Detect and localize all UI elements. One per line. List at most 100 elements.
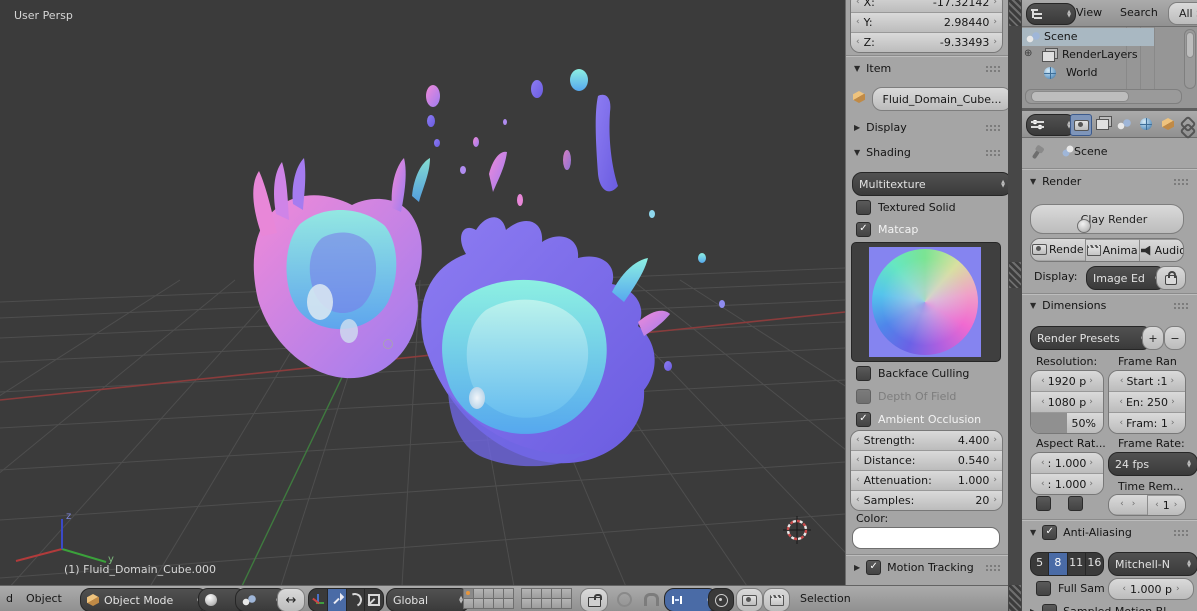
outliner-item-scene[interactable]: Scene (1022, 28, 1154, 46)
aspect-x-field[interactable]: ‹: 1.000 › (1031, 453, 1103, 473)
opengl-render-anim-button[interactable] (763, 588, 790, 611)
selection-label[interactable]: Selection (800, 592, 851, 605)
orientation-dropdown[interactable]: Global ▲ ▼ (386, 588, 470, 611)
step-right-icon[interactable]: › (992, 18, 998, 27)
area-corner-icon[interactable] (1009, 262, 1021, 288)
viewport-canvas[interactable] (0, 0, 845, 585)
aa-samples-5[interactable]: 5 (1031, 553, 1048, 575)
manipulator-scale-button[interactable] (364, 589, 383, 611)
background-color-swatch[interactable] (852, 527, 1000, 549)
tab-scene[interactable] (1114, 114, 1134, 134)
editor-type-dropdown[interactable]: ▲▼ (1026, 114, 1076, 136)
preset-remove-button[interactable]: − (1164, 326, 1186, 350)
object-name-field[interactable]: Fluid_Domain_Cube... (872, 87, 1009, 111)
render-presets-dropdown[interactable]: Render Presets ▲▼ (1030, 326, 1152, 350)
manipulator-toggle-button[interactable]: ↔ (277, 588, 305, 611)
outliner-item-renderlayers[interactable]: ⊕ RenderLayers (1022, 46, 1197, 64)
aa-filter-dropdown[interactable]: Mitchell-N ▲ ▼ (1108, 552, 1197, 576)
step-right-icon[interactable]: › (992, 0, 998, 7)
sampled-motion-blur-panel-header[interactable]: ▶ Sampled Motion Bl (1030, 604, 1190, 611)
outliner-item-world[interactable]: World (1022, 64, 1197, 82)
step-left-icon[interactable]: ‹ (855, 0, 861, 7)
step-left-icon[interactable]: ‹ (855, 18, 861, 27)
shading-mode-dropdown[interactable]: Multitexture ▲ ▼ (852, 172, 1009, 196)
resolution-scale-slider[interactable]: 50% (1031, 412, 1103, 433)
border-checkbox[interactable] (1036, 496, 1051, 511)
tab-render[interactable] (1070, 114, 1092, 136)
motion-tracking-checkbox[interactable]: ✓ (866, 560, 882, 575)
panel-grip-icon[interactable] (985, 148, 1000, 157)
outliner-menu-search[interactable]: Search (1120, 6, 1158, 19)
aa-samples-11[interactable]: 11 (1066, 553, 1085, 575)
resolution-y-field[interactable]: ‹ 1080 p › (1031, 391, 1103, 412)
panel-grip-icon[interactable] (1173, 528, 1188, 537)
lock-to-scene-button[interactable] (580, 588, 608, 611)
opengl-render-button[interactable] (736, 588, 763, 611)
shading-panel-header[interactable]: ▼ Shading (854, 146, 1002, 159)
frame-start-field[interactable]: ‹ Start :1 › (1109, 371, 1185, 391)
clay-render-button[interactable]: Clay Render (1030, 204, 1184, 234)
collapse-icon[interactable]: ▶ (854, 123, 860, 132)
matcap-checkbox[interactable]: ✓ Matcap (856, 222, 918, 237)
item-panel-header[interactable]: ▼ Item (854, 62, 1002, 75)
location-x-field[interactable]: ‹ X: -17.32142 › (851, 0, 1002, 12)
panel-grip-icon[interactable] (985, 123, 1000, 132)
matcap-preview[interactable] (851, 242, 1001, 362)
render-display-dropdown[interactable]: Image Ed ▲▼ (1086, 266, 1166, 290)
full-sample-checkbox[interactable]: Full Sam (1036, 581, 1105, 596)
collapse-icon[interactable]: ▼ (854, 64, 860, 73)
mode-dropdown[interactable]: Object Mode ▲▼ (80, 588, 208, 611)
render-still-button[interactable]: Rende (1031, 239, 1085, 260)
menu-object[interactable]: Object (26, 592, 62, 605)
area-corner-icon[interactable] (1009, 0, 1021, 26)
crop-checkbox[interactable] (1068, 496, 1083, 511)
filter-size-field[interactable]: ‹ 1.000 p › (1108, 578, 1194, 600)
frame-end-field[interactable]: ‹ En: 250 › (1109, 391, 1185, 412)
layers-grid-left[interactable] (463, 588, 514, 609)
pin-icon[interactable] (1031, 149, 1041, 160)
ambient-occlusion-checkbox[interactable]: ✓ Ambient Occlusion (856, 412, 981, 427)
outliner-vscrollbar[interactable] (1184, 29, 1196, 89)
backface-culling-checkbox[interactable]: Backface Culling (856, 366, 969, 381)
tab-constraints[interactable] (1179, 114, 1197, 134)
location-z-field[interactable]: ‹ Z: -9.33493 › (851, 32, 1002, 52)
ao-strength-field[interactable]: ‹ Strength: 4.400 › (851, 431, 1002, 450)
ao-distance-field[interactable]: ‹ Distance: 0.540 › (851, 450, 1002, 470)
aspect-y-field[interactable]: ‹: 1.000 › (1031, 473, 1103, 494)
menu-truncated[interactable]: d (6, 592, 13, 605)
remap-new-field[interactable]: ‹ 1 › (1146, 495, 1185, 515)
panel-grip-icon[interactable] (1173, 301, 1188, 310)
panel-grip-icon[interactable] (1173, 177, 1188, 186)
snap-target-button[interactable] (708, 588, 734, 611)
collapse-icon[interactable]: ▼ (1030, 528, 1036, 537)
manipulator-axes-button[interactable] (309, 589, 327, 611)
lock-interface-button[interactable] (1156, 266, 1186, 290)
location-y-field[interactable]: ‹ Y: 2.98440 › (851, 12, 1002, 32)
3d-viewport[interactable]: User Persp z y (1) Fluid_Domain_Cube.000 (0, 0, 845, 585)
frame-rate-dropdown[interactable]: 24 fps ▲ ▼ (1108, 452, 1197, 476)
remap-old-field[interactable]: ‹ › (1109, 495, 1147, 514)
snap-toggle-button[interactable] (640, 588, 662, 610)
manipulator-rotate-button[interactable] (345, 589, 365, 611)
expand-icon[interactable]: ⊕ (1024, 48, 1032, 59)
frame-step-field[interactable]: ‹ Fram: 1 › (1109, 412, 1185, 433)
render-panel-header[interactable]: ▼ Render (1030, 175, 1190, 188)
proportional-edit-button[interactable] (612, 588, 636, 610)
motion-tracking-panel-header[interactable]: ▶ ✓ Motion Tracking (854, 560, 1002, 575)
manipulator-translate-button[interactable] (326, 589, 346, 611)
anti-aliasing-panel-header[interactable]: ▼ ✓ Anti-Aliasing (1030, 525, 1190, 540)
area-divider[interactable] (1008, 0, 1022, 611)
anti-aliasing-checkbox[interactable]: ✓ (1042, 525, 1058, 540)
render-audio-button[interactable]: Audio (1138, 239, 1183, 261)
ao-samples-field[interactable]: ‹ Samples: 20 › (851, 490, 1002, 510)
sampled-motion-blur-checkbox[interactable] (1042, 604, 1058, 611)
outliner-menu-view[interactable]: View (1076, 6, 1102, 19)
aa-samples-8[interactable]: 8 (1048, 553, 1067, 575)
collapse-icon[interactable]: ▶ (1030, 607, 1036, 611)
textured-solid-checkbox[interactable]: Textured Solid (856, 200, 956, 215)
display-panel-header[interactable]: ▶ Display (854, 121, 1002, 134)
step-left-icon[interactable]: ‹ (855, 38, 861, 47)
collapse-icon[interactable]: ▼ (1030, 177, 1036, 186)
tab-render-layers[interactable] (1092, 114, 1112, 134)
collapse-icon[interactable]: ▼ (854, 148, 860, 157)
